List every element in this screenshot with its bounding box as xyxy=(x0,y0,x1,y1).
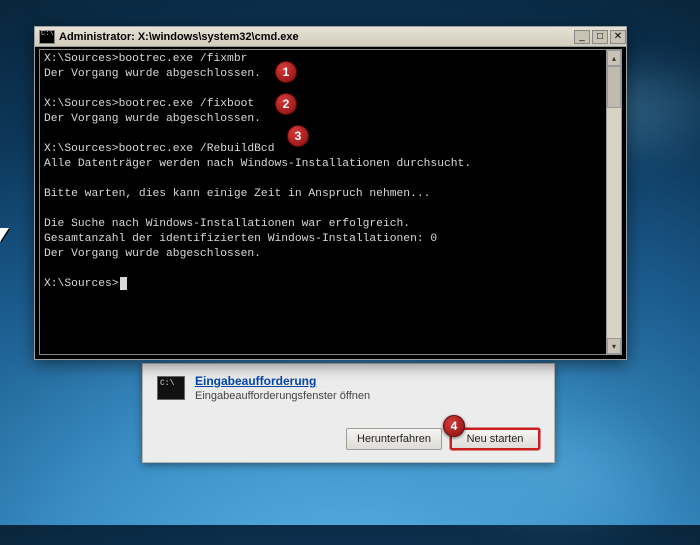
close-button[interactable]: ✕ xyxy=(610,30,626,44)
scroll-down-button[interactable]: ▾ xyxy=(607,338,621,354)
annotation-marker-4: 4 xyxy=(443,415,465,437)
shutdown-button[interactable]: Herunterfahren xyxy=(346,428,442,450)
cmd-window: Administrator: X:\windows\system32\cmd.e… xyxy=(34,26,627,360)
annotation-marker-3: 3 xyxy=(287,125,309,147)
maximize-button[interactable]: □ xyxy=(592,30,608,44)
minimize-button[interactable]: _ xyxy=(574,30,590,44)
cmd-output[interactable]: X:\Sources>bootrec.exe /fixmbr Der Vorga… xyxy=(39,49,622,355)
annotation-marker-2: 2 xyxy=(275,93,297,115)
scroll-up-button[interactable]: ▴ xyxy=(607,50,621,66)
cmd-prompt-icon xyxy=(157,376,185,400)
cmd-scrollbar[interactable]: ▴ ▾ xyxy=(606,49,622,355)
scroll-thumb[interactable] xyxy=(607,66,621,108)
cmd-titlebar[interactable]: Administrator: X:\windows\system32\cmd.e… xyxy=(35,27,626,47)
cmd-icon xyxy=(39,30,55,44)
text-cursor xyxy=(120,277,127,290)
cmd-prompt-description: Eingabeaufforderungsfenster öffnen xyxy=(195,390,370,402)
mouse-cursor xyxy=(0,228,14,248)
cmd-prompt-link[interactable]: Eingabeaufforderung xyxy=(195,374,370,388)
cmd-title-text: Administrator: X:\windows\system32\cmd.e… xyxy=(59,31,299,43)
annotation-marker-1: 1 xyxy=(275,61,297,83)
options-panel: Eingabeaufforderung Eingabeaufforderungs… xyxy=(142,363,555,463)
